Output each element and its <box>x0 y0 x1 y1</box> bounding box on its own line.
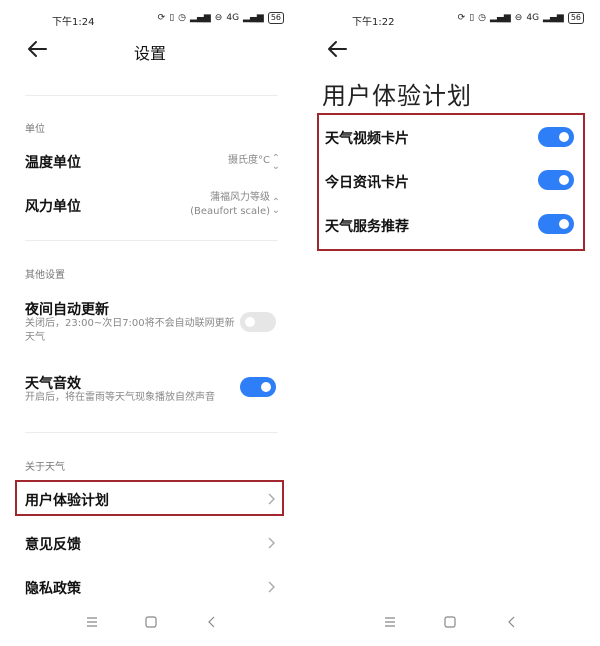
night-update-label: 夜间自动更新 <box>25 302 109 318</box>
network-type: 4G <box>226 13 240 23</box>
section-label-about: 关于天气 <box>25 462 65 473</box>
vibrate-icon: ▯ <box>469 13 475 23</box>
toggle-knob <box>559 132 569 142</box>
back-nav-icon[interactable] <box>502 612 522 632</box>
home-icon[interactable] <box>440 612 460 632</box>
divider <box>25 95 278 96</box>
toggle-row-label: 天气视频卡片 <box>325 131 409 147</box>
about-item-label: 用户体验计划 <box>25 493 109 509</box>
back-nav-icon[interactable] <box>202 612 222 632</box>
menu-icon[interactable] <box>380 612 400 632</box>
sync-icon: ⟳ <box>157 13 166 23</box>
wind-unit-value: 蒲福风力等级 (Beaufort scale) <box>190 191 270 219</box>
toggle-knob <box>245 317 255 327</box>
vibrate-icon: ▯ <box>169 13 175 23</box>
network-type: 4G <box>526 13 540 23</box>
signal-icon: ▂▄▆ <box>543 13 564 23</box>
chevron-right-icon <box>268 537 275 549</box>
battery-icon: 56 <box>567 12 584 24</box>
dnd-icon: ⊖ <box>514 13 523 23</box>
page-title: 设置 <box>133 44 166 63</box>
toggle-knob <box>559 175 569 185</box>
signal-icon: ▂▄▆ <box>190 13 211 23</box>
about-item-label: 意见反馈 <box>25 537 81 553</box>
temperature-unit-label: 温度单位 <box>25 155 81 171</box>
wind-unit-value-line1: 蒲福风力等级 <box>210 192 270 203</box>
system-nav-bar <box>300 612 600 636</box>
divider <box>25 240 278 241</box>
menu-icon[interactable] <box>82 612 102 632</box>
wind-unit-label: 风力单位 <box>25 199 81 215</box>
home-icon[interactable] <box>141 612 161 632</box>
status-icons: ⟳ ▯ ◷ ▂▄▆ ⊖ 4G ▂▄▆ 56 <box>158 12 284 24</box>
toggle-row-label: 今日资讯卡片 <box>325 175 409 191</box>
page-title: 用户体验计划 <box>322 82 472 110</box>
ux-plan-screen: 下午1:22 ⟳ ▯ ◷ ▂▄▆ ⊖ 4G ▂▄▆ 56 用户体验计划 天气视频… <box>300 0 600 646</box>
updown-icon: ⌃ ⌄ <box>271 197 280 216</box>
status-icons: ⟳ ▯ ◷ ▂▄▆ ⊖ 4G ▂▄▆ 56 <box>458 12 584 24</box>
dnd-icon: ⊖ <box>214 13 223 23</box>
section-label-units: 单位 <box>25 124 45 135</box>
night-update-toggle[interactable] <box>240 312 276 332</box>
toggle-knob <box>559 219 569 229</box>
divider <box>25 432 278 433</box>
wind-unit-value-line2: (Beaufort scale) <box>190 206 270 217</box>
back-arrow-icon[interactable] <box>324 36 350 62</box>
alarm-icon: ◷ <box>478 13 487 23</box>
alarm-icon: ◷ <box>178 13 187 23</box>
about-item-label: 隐私政策 <box>25 581 81 597</box>
status-bar: 下午1:22 ⟳ ▯ ◷ ▂▄▆ ⊖ 4G ▂▄▆ 56 <box>300 8 600 28</box>
section-label-other: 其他设置 <box>25 270 65 281</box>
toggle-row-label: 天气服务推荐 <box>325 219 409 235</box>
weather-sound-desc: 开启后，将在雷雨等天气现象播放自然声音 <box>25 392 215 403</box>
status-time: 下午1:22 <box>352 17 395 28</box>
toggle-knob <box>261 382 271 392</box>
status-time: 下午1:24 <box>52 17 95 28</box>
sync-icon: ⟳ <box>457 13 466 23</box>
settings-screen: 下午1:24 ⟳ ▯ ◷ ▂▄▆ ⊖ 4G ▂▄▆ 56 设置 单位 温度单位 … <box>0 0 300 646</box>
status-bar: 下午1:24 ⟳ ▯ ◷ ▂▄▆ ⊖ 4G ▂▄▆ 56 <box>0 8 300 28</box>
temperature-unit-value: 摄氏度°C <box>228 155 270 166</box>
video-card-toggle[interactable] <box>538 127 574 147</box>
signal-icon: ▂▄▆ <box>243 13 264 23</box>
weather-sound-label: 天气音效 <box>25 376 81 392</box>
night-update-desc: 关闭后，23:00~次日7:00将不会自动联网更新天气 <box>25 318 235 343</box>
system-nav-bar <box>0 612 300 636</box>
news-card-toggle[interactable] <box>538 170 574 190</box>
signal-icon: ▂▄▆ <box>490 13 511 23</box>
weather-sound-toggle[interactable] <box>240 377 276 397</box>
battery-icon: 56 <box>267 12 284 24</box>
chevron-right-icon <box>268 581 275 593</box>
chevron-right-icon <box>268 493 275 505</box>
service-recommend-toggle[interactable] <box>538 214 574 234</box>
updown-icon: ⌃ ⌄ <box>271 153 280 172</box>
